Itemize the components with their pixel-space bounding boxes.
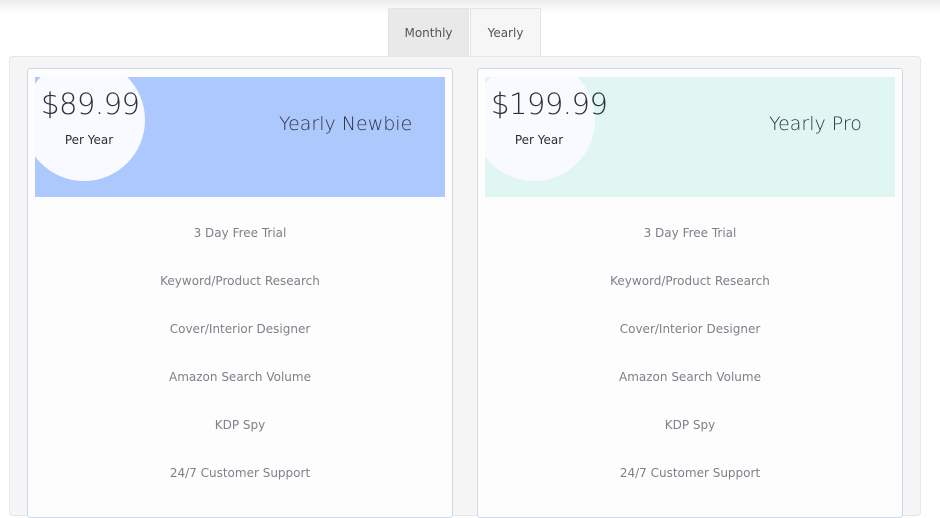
- pricing-card-yearly-newbie: $89.99 Per Year Yearly Newbie 3 Day Free…: [27, 68, 453, 518]
- feature-item: KDP Spy: [664, 418, 716, 432]
- feature-item: Amazon Search Volume: [169, 370, 311, 384]
- plan-price: $89.99: [41, 87, 140, 121]
- plan-price: $199.99: [491, 87, 608, 121]
- feature-item: 3 Day Free Trial: [193, 226, 287, 240]
- card-header: $199.99 Per Year Yearly Pro: [485, 77, 895, 197]
- plan-period: Per Year: [514, 133, 564, 147]
- tab-yearly[interactable]: Yearly: [470, 8, 541, 56]
- feature-item: 24/7 Customer Support: [169, 466, 311, 480]
- pricing-card-yearly-pro: $199.99 Per Year Yearly Pro 3 Day Free T…: [477, 68, 903, 518]
- feature-item: 3 Day Free Trial: [643, 226, 737, 240]
- feature-item: Keyword/Product Research: [610, 274, 770, 288]
- feature-list: 3 Day Free Trial Keyword/Product Researc…: [28, 219, 452, 507]
- plan-name: Yearly Newbie: [279, 113, 413, 135]
- feature-item: 24/7 Customer Support: [619, 466, 761, 480]
- tab-monthly[interactable]: Monthly: [388, 8, 469, 56]
- feature-item: KDP Spy: [214, 418, 266, 432]
- plan-name: Yearly Pro: [769, 113, 862, 135]
- card-header: $89.99 Per Year Yearly Newbie: [35, 77, 445, 197]
- plan-period: Per Year: [64, 133, 114, 147]
- feature-item: Cover/Interior Designer: [619, 322, 761, 336]
- feature-item: Keyword/Product Research: [160, 274, 320, 288]
- feature-item: Amazon Search Volume: [619, 370, 761, 384]
- feature-item: Cover/Interior Designer: [169, 322, 311, 336]
- feature-list: 3 Day Free Trial Keyword/Product Researc…: [478, 219, 902, 507]
- billing-period-tabs: Monthly Yearly: [388, 8, 541, 56]
